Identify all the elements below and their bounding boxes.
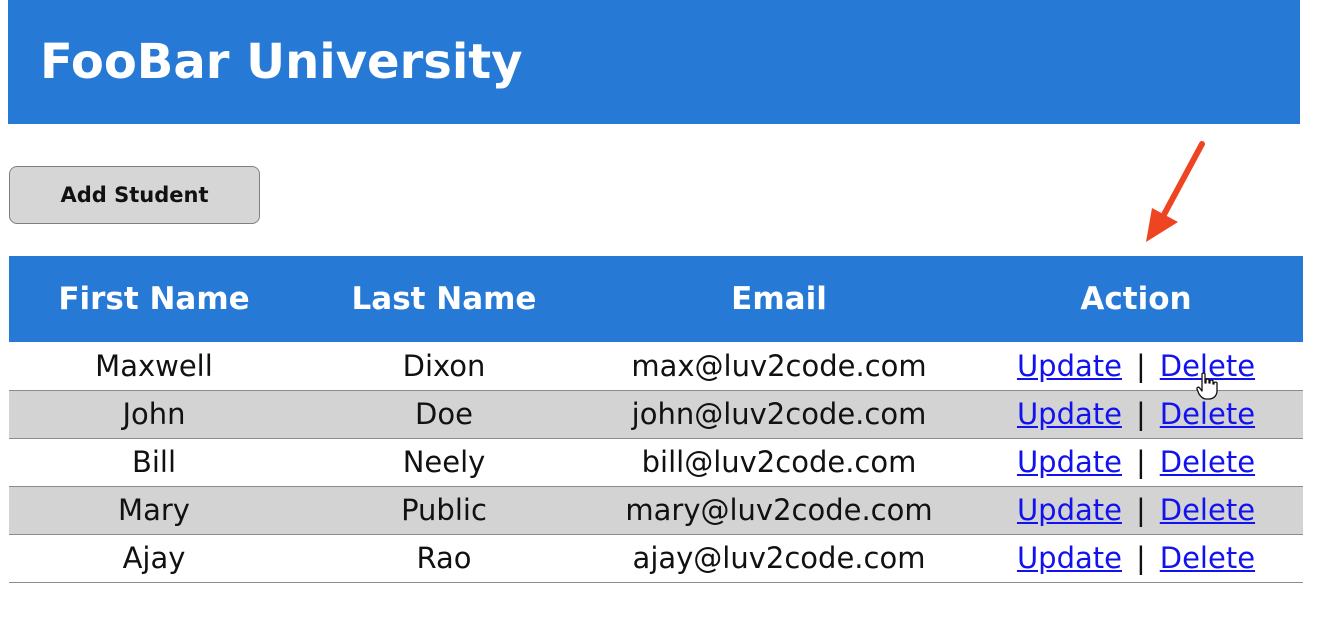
delete-link[interactable]: Delete	[1160, 493, 1255, 527]
update-link[interactable]: Update	[1017, 445, 1122, 479]
table-row: Maxwell Dixon max@luv2code.com Update | De…	[9, 342, 1303, 390]
student-table: First Name Last Name Email Action Maxwel…	[9, 256, 1303, 583]
update-link[interactable]: Update	[1017, 349, 1122, 383]
table-row: Ajay Rao ajay@luv2code.com Update | Delete	[9, 534, 1303, 582]
table-row: John Doe john@luv2code.com Update | Delete	[9, 390, 1303, 438]
column-header-first-name: First Name	[58, 281, 250, 317]
red-arrow-icon	[1146, 141, 1205, 242]
update-link[interactable]: Update	[1017, 397, 1122, 431]
update-link[interactable]: Update	[1017, 541, 1122, 575]
column-header-action: Action	[1080, 281, 1192, 317]
action-separator: |	[1135, 493, 1146, 527]
first-name-cell: Bill	[131, 445, 177, 479]
email-cell: ajay@luv2code.com	[632, 541, 926, 575]
action-separator: |	[1135, 541, 1146, 575]
last-name-cell: Doe	[415, 397, 473, 431]
update-link[interactable]: Update	[1017, 493, 1122, 527]
first-name-cell: Ajay	[122, 541, 186, 575]
action-cell: Update | Delete	[969, 342, 1303, 390]
column-header-email: Email	[731, 281, 827, 317]
action-separator: |	[1135, 348, 1146, 383]
first-name-cell: Maxwell	[95, 348, 213, 383]
last-name-cell: Neely	[402, 445, 486, 479]
last-name-cell: Rao	[416, 541, 472, 575]
email-cell: john@luv2code.com	[631, 397, 927, 431]
add-student-button[interactable]: Add Student	[9, 166, 260, 224]
table-row: Bill Neely bill@luv2code.com Update | Dele…	[9, 438, 1303, 486]
action-cell: Update | Delete	[969, 390, 1303, 438]
last-name-cell: Public	[401, 493, 487, 527]
page-title: FooBar University	[40, 34, 523, 90]
delete-link[interactable]: Delete	[1160, 541, 1255, 575]
action-cell: Update | Delete	[969, 534, 1303, 582]
table-row: Mary Public mary@luv2code.com Update | Del…	[9, 486, 1303, 534]
hand-pointer-icon	[1196, 372, 1218, 400]
email-cell: max@luv2code.com	[631, 348, 927, 383]
table-header-row: First Name Last Name Email Action	[9, 256, 1303, 342]
email-cell: mary@luv2code.com	[625, 493, 933, 527]
page: FooBar University Add Student First Name…	[0, 0, 1318, 644]
action-separator: |	[1135, 445, 1146, 479]
delete-link[interactable]: Delete	[1160, 397, 1255, 431]
action-cell: Update | Delete	[969, 438, 1303, 486]
action-separator: |	[1135, 397, 1146, 431]
first-name-cell: Mary	[118, 493, 190, 527]
site-header: FooBar University	[8, 0, 1300, 124]
delete-link[interactable]: Delete	[1160, 445, 1255, 479]
email-cell: bill@luv2code.com	[641, 445, 917, 479]
first-name-cell: John	[122, 397, 186, 431]
last-name-cell: Dixon	[402, 348, 486, 383]
action-cell: Update | Delete	[969, 486, 1303, 534]
column-header-last-name: Last Name	[351, 281, 537, 317]
